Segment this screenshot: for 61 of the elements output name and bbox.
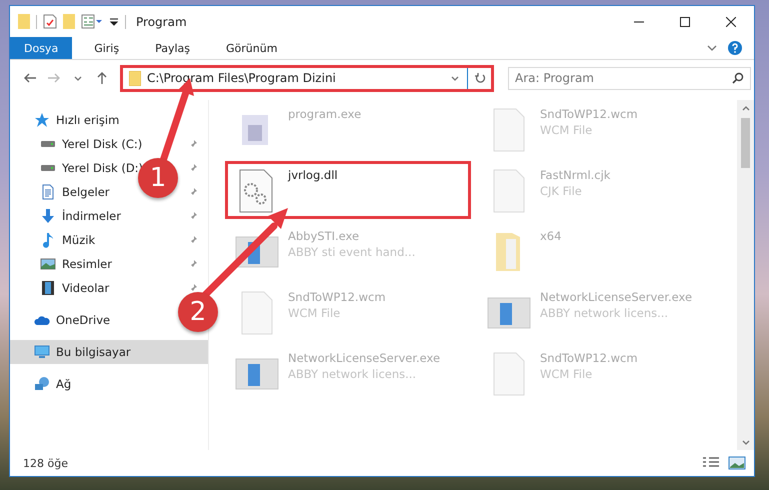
ribbon-tab[interactable]: Dosya [10, 37, 72, 59]
drive-icon [40, 140, 56, 148]
file-name: SndToWP12.wcm [540, 351, 638, 365]
file-type: ABBY network licens... [540, 306, 670, 320]
sidebar-item[interactable]: İndirmeler [62, 209, 121, 223]
sidebar-item[interactable]: Bu bilgisayar [56, 345, 131, 359]
close-icon [726, 16, 736, 26]
document-icon [40, 184, 56, 200]
large-icons-view-icon[interactable] [728, 456, 746, 470]
window-title: Program [136, 14, 187, 28]
scroll-thumb[interactable] [741, 118, 750, 168]
sidebar-item[interactable]: Ağ [56, 377, 72, 391]
address-field[interactable]: C:\Program Files\Program Dizini [120, 64, 494, 92]
sidebar-item[interactable]: Müzik [62, 233, 96, 247]
search-field[interactable]: Ara: Program [508, 66, 751, 90]
star-icon [34, 112, 50, 128]
file-name: FastNrml.cjk [540, 168, 610, 182]
customize-dropdown-icon[interactable] [109, 16, 119, 28]
maximize-icon [680, 16, 690, 26]
item-count: 128 öğe [23, 456, 68, 470]
file-type: WCM File [288, 306, 342, 320]
file-name: program.exe [288, 107, 362, 121]
sidebar-item[interactable]: Yerel Disk (C:) [62, 137, 142, 151]
refresh-icon [474, 72, 486, 84]
forward-arrow-icon [47, 72, 61, 84]
file-name: SndToWP12.wcm [540, 107, 638, 121]
ribbon-tab[interactable]: Görünüm [212, 37, 292, 59]
file-name: NetworkLicenseServer.exe [288, 351, 440, 365]
sidebar-item[interactable]: Hızlı erişim [56, 113, 120, 127]
monitor-icon [34, 344, 50, 360]
properties-icon[interactable] [43, 14, 57, 29]
file-name: SndToWP12.wcm [288, 290, 386, 304]
file-type: ABBY network licens... [288, 367, 418, 381]
drive-icon [40, 164, 56, 172]
file-name: jvrlog.dll [288, 168, 338, 182]
sidebar-item[interactable]: Videolar [62, 281, 110, 295]
details-view-icon[interactable] [702, 456, 720, 470]
up-arrow-icon [96, 71, 108, 85]
sidebar-item[interactable]: Resimler [62, 257, 112, 271]
sidebar-item[interactable]: Belgeler [62, 185, 110, 199]
file-name: x64 [540, 229, 562, 243]
file-type: WCM File [540, 123, 594, 137]
ribbon-tab[interactable]: Giriş [80, 37, 134, 59]
file-type: WCM File [540, 367, 594, 381]
scrollbar[interactable] [737, 100, 754, 450]
picture-icon [40, 256, 56, 272]
search-icon [732, 72, 744, 84]
sidebar-item[interactable]: OneDrive [56, 313, 110, 327]
file-name: NetworkLicenseServer.exe [540, 290, 692, 304]
film-icon [40, 280, 56, 296]
help-icon[interactable] [728, 41, 742, 55]
back-arrow-icon [23, 72, 37, 84]
file-type: ABBY sti event hand... [288, 245, 416, 259]
file-item[interactable]: jvrlog.dll [225, 161, 471, 219]
folder-icon [129, 70, 141, 86]
ribbon-tab[interactable]: Paylaş [141, 37, 204, 59]
view-icon[interactable] [81, 14, 103, 29]
file-type: CJK File [540, 184, 583, 198]
file-name: AbbySTI.exe [288, 229, 360, 243]
down-arrow-icon [40, 208, 56, 224]
network-icon [34, 376, 50, 392]
